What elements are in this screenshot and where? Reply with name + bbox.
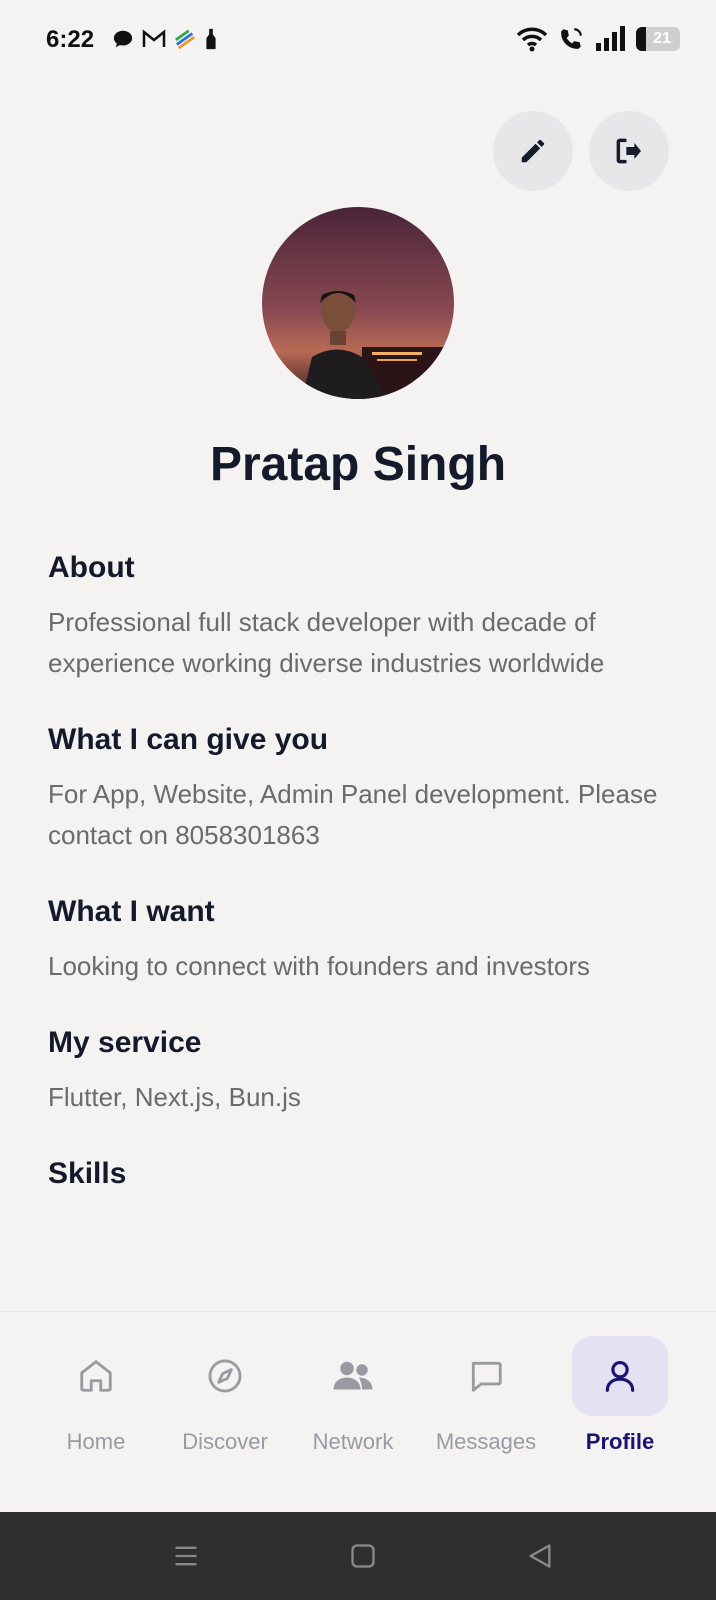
- system-navigation-bar: [0, 1512, 716, 1600]
- battery-level: 21: [653, 30, 671, 47]
- section-body: Flutter, Next.js, Bun.js: [48, 1082, 301, 1112]
- gmail-icon: [142, 29, 166, 47]
- section-body: Professional full stack developer with d…: [48, 607, 605, 678]
- nav-item-profile[interactable]: Profile: [555, 1312, 685, 1454]
- recents-button[interactable]: [166, 1536, 206, 1576]
- pencil-icon: [521, 139, 545, 163]
- section-heading: About: [48, 551, 135, 584]
- nav-label: Messages: [435, 1429, 537, 1454]
- section-heading: What I want: [48, 895, 215, 928]
- bottle-icon: [206, 28, 216, 50]
- nav-item-discover[interactable]: Discover: [160, 1312, 290, 1454]
- nav-label: Profile: [585, 1429, 655, 1454]
- back-triangle-icon: [529, 1544, 551, 1568]
- logout-button[interactable]: [589, 111, 669, 191]
- square-icon: [351, 1544, 375, 1568]
- logout-icon: [616, 138, 641, 164]
- nav-label: Home: [66, 1429, 126, 1454]
- system-icons: 21: [516, 26, 680, 52]
- status-time: 6:22: [46, 26, 95, 53]
- section-what-i-want: What I want Looking to connect with foun…: [48, 892, 688, 987]
- wifi-icon: [516, 27, 548, 52]
- profile-avatar[interactable]: [262, 207, 454, 399]
- edit-profile-button[interactable]: [493, 111, 573, 191]
- chat-bubble-icon: [113, 30, 133, 48]
- nav-item-home[interactable]: Home: [31, 1312, 161, 1454]
- section-heading: My service: [48, 1026, 202, 1059]
- nav-label: Network: [312, 1429, 394, 1454]
- app-icon: [175, 29, 195, 50]
- profile-details: About Professional full stack developer …: [48, 548, 688, 1230]
- profile-name: Pratap Singh: [209, 438, 507, 491]
- notification-icons: [112, 28, 218, 50]
- section-about: About Professional full stack developer …: [48, 548, 688, 684]
- section-what-i-can-give: What I can give you For App, Website, Ad…: [48, 720, 688, 856]
- nav-item-messages[interactable]: Messages: [421, 1312, 551, 1454]
- person-icon: [605, 1360, 635, 1392]
- home-icon: [80, 1360, 112, 1392]
- battery-icon: 21: [636, 27, 680, 51]
- section-body: Looking to connect with founders and inv…: [48, 951, 591, 981]
- status-bar: 6:22 21: [0, 0, 716, 84]
- section-my-service: My service Flutter, Next.js, Bun.js: [48, 1023, 688, 1118]
- nav-item-network[interactable]: Network: [288, 1312, 418, 1454]
- section-heading: Skills: [48, 1157, 127, 1190]
- call-icon: [561, 28, 582, 49]
- bottom-navigation: Home Discover Network Messages Profile: [0, 1311, 716, 1511]
- people-icon: [333, 1361, 373, 1390]
- section-skills: Skills: [48, 1154, 688, 1194]
- menu-icon: [175, 1546, 197, 1566]
- message-icon: [471, 1361, 502, 1392]
- section-heading: What I can give you: [48, 723, 329, 756]
- nav-label: Discover: [182, 1429, 268, 1454]
- back-button[interactable]: [520, 1536, 560, 1576]
- signal-icon: [596, 26, 625, 51]
- home-system-button[interactable]: [343, 1536, 383, 1576]
- compass-icon: [208, 1359, 242, 1393]
- section-body: For App, Website, Admin Panel developmen…: [48, 779, 658, 850]
